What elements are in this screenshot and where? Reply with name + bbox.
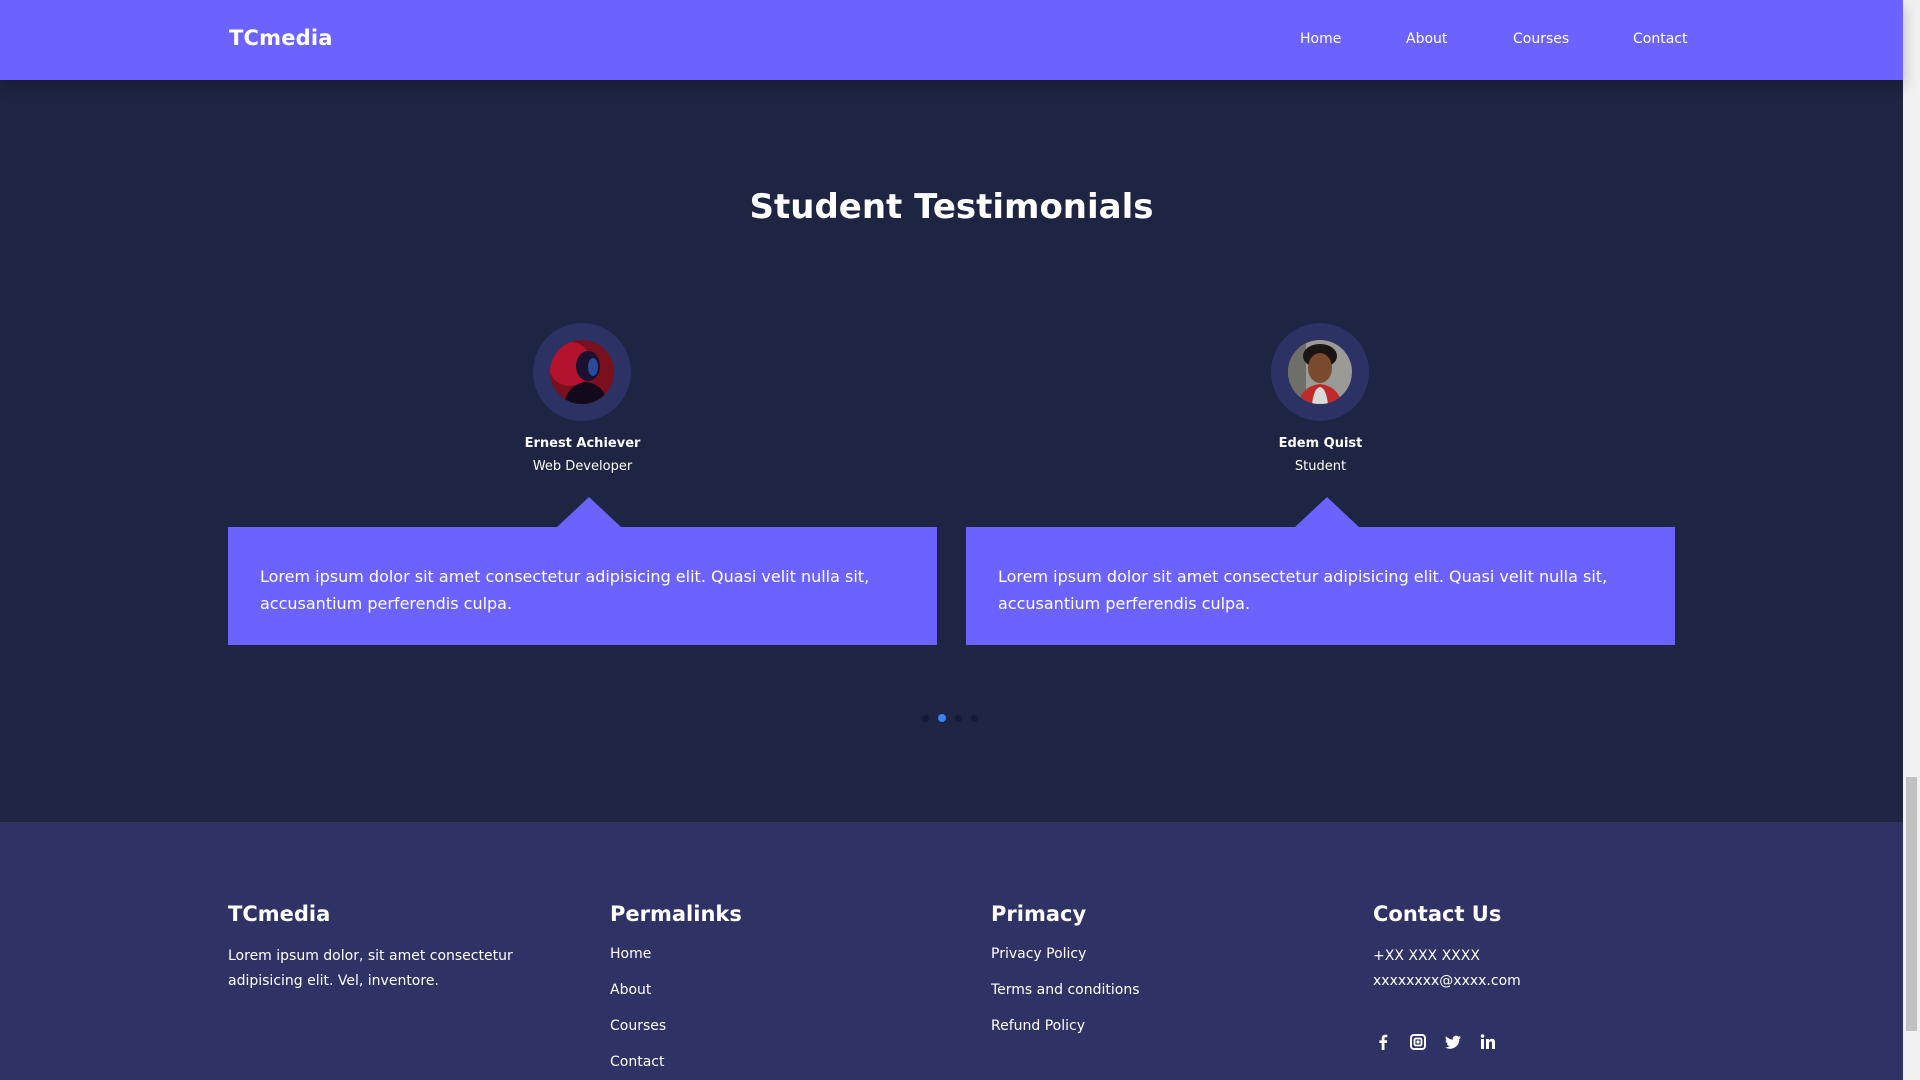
footer-link-refund[interactable]: Refund Policy [991, 1016, 1140, 1052]
footer-privacy-title: Primacy [991, 902, 1087, 926]
facebook-icon[interactable] [1373, 1032, 1393, 1052]
nav-link-contact[interactable]: Contact [1633, 31, 1687, 47]
page-scrollbar[interactable] [1903, 0, 1920, 1080]
contact-email[interactable]: xxxxxxxx@xxxx.com [1373, 969, 1521, 994]
person-role: Student [1294, 459, 1347, 474]
quote-text: Lorem ipsum dolor sit amet consectetur a… [228, 527, 937, 645]
avatar-ring [1271, 323, 1369, 421]
person-role: Web Developer [532, 459, 633, 474]
linkedin-icon[interactable] [1478, 1032, 1498, 1052]
person-name: Ernest Achiever [524, 436, 641, 451]
contact-phone: +XX XXX XXXX [1373, 948, 1480, 964]
footer-link-terms[interactable]: Terms and conditions [991, 980, 1140, 1016]
footer-contact: Contact Us +XX XXX XXXX xxxxxxxx@xxxx.co… [1373, 902, 1521, 994]
carousel-dot[interactable] [922, 715, 929, 722]
section-title: Student Testimonials [749, 187, 1154, 227]
footer-privacy: Primacy Privacy Policy Terms and conditi… [991, 902, 1140, 1052]
carousel-dot[interactable] [955, 715, 962, 722]
person-name: Edem Quist [1278, 436, 1363, 451]
footer-link-courses[interactable]: Courses [610, 1016, 742, 1052]
quote-pointer [556, 497, 622, 528]
footer-about: TCmedia Lorem ipsum dolor, sit amet cons… [228, 902, 548, 994]
avatar [1288, 340, 1352, 404]
instagram-icon[interactable] [1408, 1032, 1428, 1052]
footer-brand: TCmedia [228, 902, 331, 926]
nav-link-courses[interactable]: Courses [1513, 31, 1569, 47]
footer-link-about[interactable]: About [610, 980, 742, 1016]
quote-text: Lorem ipsum dolor sit amet consectetur a… [966, 527, 1675, 645]
footer-permalinks: Permalinks Home About Courses Contact [610, 902, 742, 1080]
footer-link-home[interactable]: Home [610, 944, 742, 980]
quote-pointer [1294, 497, 1360, 528]
footer-link-privacy-policy[interactable]: Privacy Policy [991, 944, 1140, 980]
brand-logo[interactable]: TCmedia [229, 26, 333, 50]
nav-link-about[interactable]: About [1406, 31, 1447, 47]
footer: TCmedia Lorem ipsum dolor, sit amet cons… [0, 822, 1903, 1080]
carousel-dot[interactable] [971, 715, 978, 722]
footer-permalinks-title: Permalinks [610, 902, 742, 926]
avatar [550, 340, 614, 404]
footer-about-text: Lorem ipsum dolor, sit amet consectetur … [228, 948, 513, 989]
twitter-icon[interactable] [1443, 1032, 1463, 1052]
avatar-ring [533, 323, 631, 421]
footer-contact-title: Contact Us [1373, 902, 1502, 926]
nav-link-home[interactable]: Home [1300, 31, 1341, 47]
carousel-dot-active[interactable] [938, 714, 946, 722]
footer-link-contact[interactable]: Contact [610, 1052, 742, 1080]
navbar: TCmedia Home About Courses Contact [0, 0, 1903, 80]
scrollbar-thumb[interactable] [1906, 777, 1917, 1031]
